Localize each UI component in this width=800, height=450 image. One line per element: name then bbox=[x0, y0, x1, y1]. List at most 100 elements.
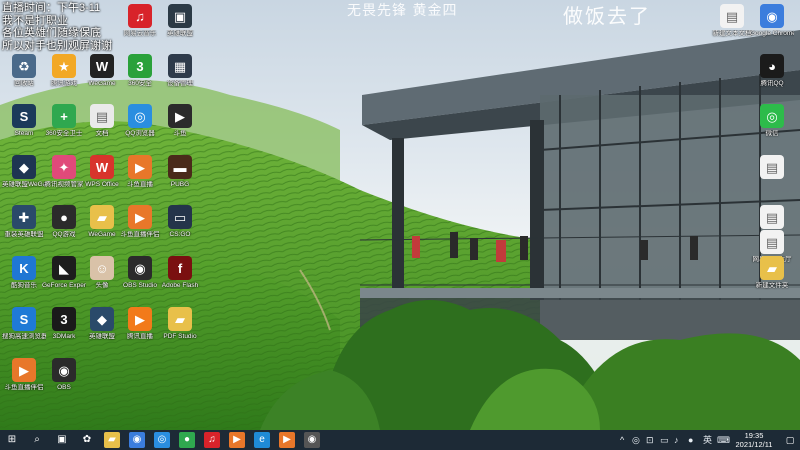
360-icon: 3 bbox=[128, 54, 152, 78]
file-icon: ▤ bbox=[760, 155, 784, 179]
shortcut-label: 英雄联盟WeGame版 bbox=[2, 181, 46, 188]
desktop-shortcut[interactable]: ▶ 斗鱼 bbox=[158, 104, 202, 138]
desktop-shortcut[interactable]: ▰ PDF Studio bbox=[158, 307, 202, 341]
tray-display-icon[interactable]: ▭ bbox=[660, 434, 669, 446]
desktop-shortcut[interactable]: ▶ 腾讯直播 bbox=[118, 307, 162, 341]
desktop-shortcut[interactable]: ▭ CS:GO bbox=[158, 205, 202, 239]
live-icon: ▶ bbox=[128, 307, 152, 331]
desktop-shortcut[interactable]: ♫ 网易云音乐 bbox=[118, 4, 162, 38]
device-icon: ▦ bbox=[168, 54, 192, 78]
pubg-icon: ▬ bbox=[168, 155, 192, 179]
recycle-bin-icon: ♻ bbox=[12, 54, 36, 78]
settings-icon[interactable]: ✿ bbox=[79, 432, 95, 448]
tray-chevron-icon[interactable]: ^ bbox=[620, 434, 624, 446]
desktop-shortcut[interactable]: f Adobe Flash bbox=[158, 256, 202, 290]
qq-game-icon: ● bbox=[52, 205, 76, 229]
qq-browser-icon: ◎ bbox=[128, 104, 152, 128]
file-explorer-icon[interactable]: ▰ bbox=[104, 432, 120, 448]
wegame-icon: W bbox=[90, 54, 114, 78]
pavilion bbox=[359, 30, 800, 340]
shortcut-label: 新建文件夹 bbox=[755, 282, 789, 289]
tray-keyboard-icon[interactable]: ⌨ bbox=[717, 434, 730, 446]
desktop-shortcut[interactable]: ▤ bbox=[750, 205, 794, 231]
shortcut-label: 腾讯QQ bbox=[760, 80, 784, 87]
tray-network-icon[interactable]: ⊡ bbox=[646, 434, 654, 446]
desktop-shortcut[interactable]: S Steam bbox=[2, 104, 46, 138]
shortcut-label: Adobe Flash bbox=[161, 282, 199, 289]
desktop-shortcut[interactable]: 3 360安全 bbox=[118, 54, 162, 88]
shortcut-label: 斗鱼 bbox=[173, 130, 187, 137]
netease-music-icon[interactable]: ♫ bbox=[204, 432, 220, 448]
tray-360-icon[interactable]: ● bbox=[688, 434, 693, 446]
desktop-shortcut[interactable]: ▤ 新建文本文档 bbox=[710, 4, 754, 38]
desktop-shortcut[interactable]: ✚ 重装英雄联盟 bbox=[2, 205, 46, 239]
wegame-folder-icon: ▰ bbox=[90, 205, 114, 229]
shortcut-label: Google Chrome bbox=[750, 30, 794, 37]
desktop-shortcut[interactable]: ▰ 新建文件夹 bbox=[750, 256, 794, 290]
douyu-companion-icon[interactable]: ▶ bbox=[279, 432, 295, 448]
folder-icon-2: ▰ bbox=[760, 256, 784, 280]
document-icon: ▤ bbox=[90, 104, 114, 128]
desktop-shortcut[interactable]: ◉ OBS bbox=[42, 358, 86, 392]
desktop-shortcut[interactable]: ▶ 斗鱼直播伴侣 bbox=[2, 358, 46, 392]
douyu-live-icon: ▶ bbox=[128, 155, 152, 179]
desktop-shortcut[interactable]: ▶ 斗鱼直播 bbox=[118, 155, 162, 189]
desktop-shortcut[interactable]: ◆ 英雄联盟WeGame版 bbox=[2, 155, 46, 189]
browser-icon[interactable]: ◉ bbox=[129, 432, 145, 448]
steam-icon: S bbox=[12, 104, 36, 128]
shortcut-label: Steam bbox=[14, 130, 34, 137]
stream-title: 无畏先锋 黄金四 bbox=[347, 3, 458, 19]
desktop-shortcut[interactable]: ◕ 腾讯QQ bbox=[750, 54, 794, 88]
shortcut-label: 酷狗音乐 bbox=[11, 282, 37, 289]
shortcut-label: QQ浏览器 bbox=[125, 130, 155, 137]
file-icon-2: ▤ bbox=[760, 205, 784, 229]
tray-input-language[interactable]: 英 bbox=[703, 434, 712, 446]
search-icon[interactable]: ⌕ bbox=[29, 432, 45, 448]
qq-icon: ◕ bbox=[760, 54, 784, 78]
shortcut-label: 设备管理 bbox=[167, 80, 193, 87]
folder-icon: ▰ bbox=[168, 307, 192, 331]
desktop-shortcut[interactable]: ▣ 英雄联盟 bbox=[158, 4, 202, 38]
desktop-shortcut[interactable]: ◎ QQ浏览器 bbox=[118, 104, 162, 138]
douyu-companion-icon-2: ▶ bbox=[12, 358, 36, 382]
desktop-shortcut[interactable]: ▤ bbox=[750, 155, 794, 181]
status-overlay-text: 做饭去了 bbox=[563, 4, 651, 28]
shortcut-label: 360安全 bbox=[128, 80, 152, 87]
desktop-shortcut[interactable]: ♻ 回收站 bbox=[2, 54, 46, 88]
kugou-icon: K bbox=[12, 256, 36, 280]
netease-games-icon: ▤ bbox=[760, 230, 784, 254]
desktop-shortcut[interactable]: ◎ 微信 bbox=[750, 104, 794, 138]
avatar-icon: ☺ bbox=[90, 256, 114, 280]
notification-center-icon[interactable]: ▢ bbox=[784, 434, 796, 446]
desktop-shortcut[interactable]: ▶ 斗鱼直播伴侣 bbox=[118, 205, 162, 239]
desktop-shortcut[interactable]: K 酷狗音乐 bbox=[2, 256, 46, 290]
shortcut-label: CS:GO bbox=[169, 231, 191, 238]
lol-reinstall-icon: ✚ bbox=[12, 205, 36, 229]
note-line: 所以对手也别观屏谢谢 bbox=[2, 39, 112, 52]
tray-wechat-icon[interactable]: ◎ bbox=[632, 434, 640, 446]
taskbar-clock[interactable]: 19:35 2021/12/11 bbox=[730, 431, 778, 449]
douyu-icon[interactable]: ▶ bbox=[229, 432, 245, 448]
360-guard-icon: + bbox=[52, 104, 76, 128]
edge-icon[interactable]: e bbox=[254, 432, 270, 448]
desktop-shortcut[interactable]: ▬ PUBG bbox=[158, 155, 202, 189]
shortcut-label: 重装英雄联盟 bbox=[4, 231, 44, 238]
windows-start-icon[interactable]: ⊞ bbox=[4, 432, 20, 448]
shortcut-label: OBS bbox=[57, 384, 71, 391]
obs-icon[interactable]: ◉ bbox=[304, 432, 320, 448]
shortcut-label: 斗鱼直播伴侣 bbox=[4, 384, 44, 391]
desktop-shortcut[interactable]: ◉ Google Chrome bbox=[750, 4, 794, 38]
tray-speaker-icon[interactable]: ♪ bbox=[674, 434, 679, 446]
qq-browser-icon[interactable]: ◎ bbox=[154, 432, 170, 448]
desktop-shortcut[interactable]: S 搜狗高速浏览器 bbox=[2, 307, 46, 341]
3dmark-icon: 3 bbox=[52, 307, 76, 331]
text-file-icon: ▤ bbox=[720, 4, 744, 28]
desktop-shortcut[interactable]: ▦ 设备管理 bbox=[158, 54, 202, 88]
360-browser-icon[interactable]: ● bbox=[179, 432, 195, 448]
task-view-icon[interactable]: ▣ bbox=[54, 432, 70, 448]
lol-icon-2: ◆ bbox=[90, 307, 114, 331]
netease-music-icon: ♫ bbox=[128, 4, 152, 28]
desktop-shortcut[interactable]: ◉ OBS Studio bbox=[118, 256, 162, 290]
shortcut-label: 斗鱼直播伴侣 bbox=[120, 231, 160, 238]
wechat-icon: ◎ bbox=[760, 104, 784, 128]
